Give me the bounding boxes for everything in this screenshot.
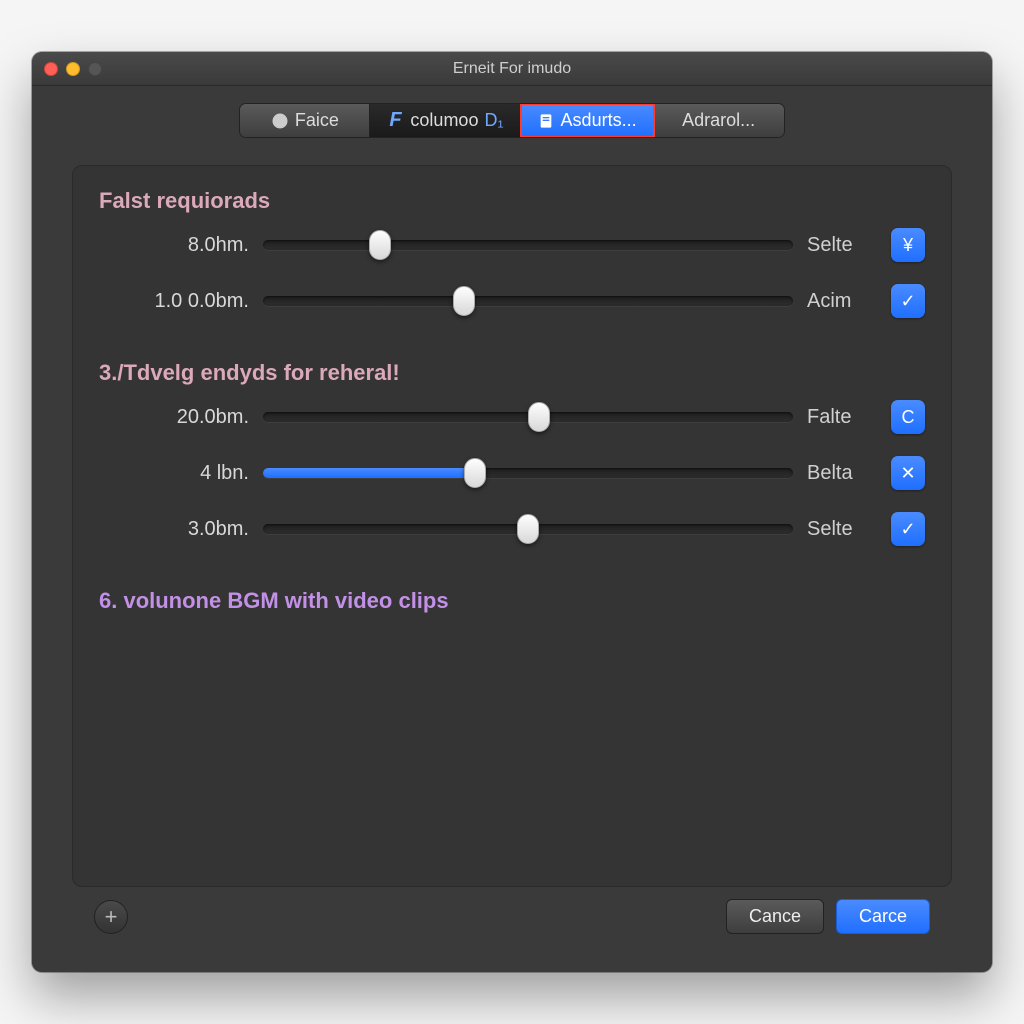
slider-right-label: Acim bbox=[807, 290, 877, 313]
badge-c[interactable]: C bbox=[891, 400, 925, 434]
slider-right-label: Belta bbox=[807, 462, 877, 485]
section-heading-1: Falst requiorads bbox=[99, 188, 925, 214]
confirm-button[interactable]: Carce bbox=[836, 899, 930, 934]
tab-label: Asdurts... bbox=[561, 110, 637, 131]
slider-right-label: Selte bbox=[807, 234, 877, 257]
slider[interactable] bbox=[263, 515, 793, 543]
slider[interactable] bbox=[263, 287, 793, 315]
slider[interactable] bbox=[263, 459, 793, 487]
slider-row: 20.0bm. Falte C bbox=[99, 400, 925, 434]
badge-check[interactable]: ✓ bbox=[891, 284, 925, 318]
slider-value: 4 lbn. bbox=[99, 462, 249, 485]
tab-asdurts[interactable]: Asdurts... bbox=[521, 104, 654, 137]
plus-icon: + bbox=[105, 904, 118, 930]
badge-yen[interactable]: ¥ bbox=[891, 228, 925, 262]
tab-bar: Faice F columoo D₁ Asdurts... Adrarol... bbox=[72, 104, 952, 137]
window-content: Faice F columoo D₁ Asdurts... Adrarol... bbox=[32, 86, 992, 972]
tab-label: Faice bbox=[295, 110, 339, 131]
slider-row: 3.0bm. Selte ✓ bbox=[99, 512, 925, 546]
titlebar: Erneit For imudo bbox=[32, 52, 992, 86]
f-cursive-icon: F bbox=[386, 112, 404, 130]
tab-suffix: D₁ bbox=[484, 110, 503, 131]
window-title: Erneit For imudo bbox=[32, 60, 992, 78]
badge-x[interactable]: ✕ bbox=[891, 456, 925, 490]
close-icon[interactable] bbox=[44, 62, 58, 76]
add-button[interactable]: + bbox=[94, 900, 128, 934]
settings-window: Erneit For imudo Faice F columoo D₁ bbox=[32, 52, 992, 972]
badge-check[interactable]: ✓ bbox=[891, 512, 925, 546]
gear-icon bbox=[271, 112, 289, 130]
zoom-icon[interactable] bbox=[88, 62, 102, 76]
section-heading-2: 3./Tdvelg endyds for reheral! bbox=[99, 360, 925, 386]
slider-value: 3.0bm. bbox=[99, 518, 249, 541]
tab-label: Adrarol... bbox=[682, 110, 755, 131]
traffic-lights bbox=[44, 62, 102, 76]
tab-columoo[interactable]: F columoo D₁ bbox=[370, 104, 520, 137]
tab-label: columoo bbox=[410, 110, 478, 131]
slider-right-label: Falte bbox=[807, 406, 877, 429]
slider[interactable] bbox=[263, 403, 793, 431]
slider-row: 8.0hm. Selte ¥ bbox=[99, 228, 925, 262]
section-heading-3: 6. volunone BGM with video clips bbox=[99, 588, 925, 614]
cancel-button[interactable]: Cance bbox=[726, 899, 824, 934]
slider-row: 1.0 0.0bm. Acim ✓ bbox=[99, 284, 925, 318]
tab-faice[interactable]: Faice bbox=[240, 104, 370, 137]
settings-panel: Falst requiorads 8.0hm. Selte ¥ 1.0 0.0b… bbox=[72, 165, 952, 887]
doc-icon bbox=[537, 112, 555, 130]
slider-right-label: Selte bbox=[807, 518, 877, 541]
slider-value: 20.0bm. bbox=[99, 406, 249, 429]
slider-row: 4 lbn. Belta ✕ bbox=[99, 456, 925, 490]
tab-adrarol[interactable]: Adrarol... bbox=[654, 104, 784, 137]
footer: + Cance Carce bbox=[72, 887, 952, 954]
slider[interactable] bbox=[263, 231, 793, 259]
slider-value: 1.0 0.0bm. bbox=[99, 290, 249, 313]
slider-value: 8.0hm. bbox=[99, 234, 249, 257]
minimize-icon[interactable] bbox=[66, 62, 80, 76]
